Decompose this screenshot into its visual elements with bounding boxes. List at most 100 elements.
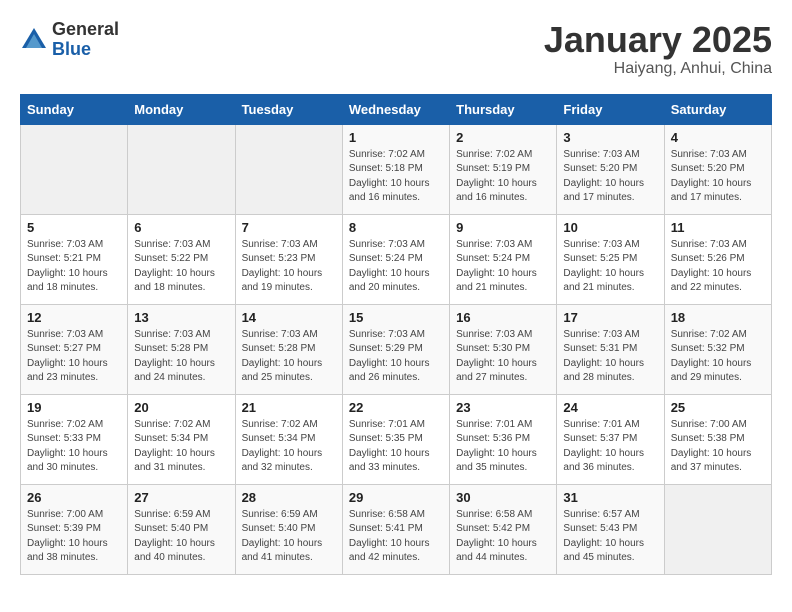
calendar-header-row: SundayMondayTuesdayWednesdayThursdayFrid…: [21, 94, 772, 124]
day-info: Sunrise: 7:03 AM Sunset: 5:31 PM Dayligh…: [563, 328, 657, 386]
header-monday: Monday: [128, 94, 235, 124]
day-cell: 26 Sunrise: 7:00 AM Sunset: 5:39 PM Dayli…: [21, 484, 128, 574]
day-number: 26: [27, 490, 121, 505]
day-number: 23: [456, 400, 550, 415]
day-info: Sunrise: 7:02 AM Sunset: 5:34 PM Dayligh…: [242, 418, 336, 476]
day-cell: 28 Sunrise: 6:59 AM Sunset: 5:40 PM Dayli…: [235, 484, 342, 574]
day-number: 24: [563, 400, 657, 415]
day-number: 31: [563, 490, 657, 505]
day-info: Sunrise: 7:03 AM Sunset: 5:20 PM Dayligh…: [563, 148, 657, 206]
day-cell: 17 Sunrise: 7:03 AM Sunset: 5:31 PM Dayli…: [557, 304, 664, 394]
day-info: Sunrise: 7:03 AM Sunset: 5:27 PM Dayligh…: [27, 328, 121, 386]
logo-text: General Blue: [52, 20, 119, 60]
day-info: Sunrise: 7:03 AM Sunset: 5:24 PM Dayligh…: [349, 238, 443, 296]
header-saturday: Saturday: [664, 94, 771, 124]
calendar-subtitle: Haiyang, Anhui, China: [544, 60, 772, 78]
day-cell: 25Sunrise: 7:00 AM Sunset: 5:38 PM Dayli…: [664, 394, 771, 484]
day-number: 12: [27, 310, 121, 325]
day-cell: 4 Sunrise: 7:03 AM Sunset: 5:20 PM Daylig…: [664, 124, 771, 214]
day-cell: 27 Sunrise: 6:59 AM Sunset: 5:40 PM Dayli…: [128, 484, 235, 574]
day-number: 7: [242, 220, 336, 235]
calendar-title: January 2025: [544, 20, 772, 60]
day-info: Sunrise: 7:01 AM Sunset: 5:35 PM Dayligh…: [349, 418, 443, 476]
day-info: Sunrise: 7:03 AM Sunset: 5:23 PM Dayligh…: [242, 238, 336, 296]
day-cell: 15 Sunrise: 7:03 AM Sunset: 5:29 PM Dayli…: [342, 304, 449, 394]
day-cell: 21Sunrise: 7:02 AM Sunset: 5:34 PM Dayli…: [235, 394, 342, 484]
day-info: Sunrise: 6:58 AM Sunset: 5:41 PM Dayligh…: [349, 508, 443, 566]
logo-icon: [20, 26, 48, 54]
day-info: Sunrise: 7:03 AM Sunset: 5:20 PM Dayligh…: [671, 148, 765, 206]
day-cell: 7 Sunrise: 7:03 AM Sunset: 5:23 PM Daylig…: [235, 214, 342, 304]
header-friday: Friday: [557, 94, 664, 124]
day-cell: 30 Sunrise: 6:58 AM Sunset: 5:42 PM Dayli…: [450, 484, 557, 574]
day-number: 4: [671, 130, 765, 145]
day-cell: 8 Sunrise: 7:03 AM Sunset: 5:24 PM Daylig…: [342, 214, 449, 304]
day-number: 15: [349, 310, 443, 325]
day-info: Sunrise: 7:02 AM Sunset: 5:18 PM Dayligh…: [349, 148, 443, 206]
header-sunday: Sunday: [21, 94, 128, 124]
day-cell: [21, 124, 128, 214]
title-block: January 2025 Haiyang, Anhui, China: [544, 20, 772, 78]
day-cell: 5Sunrise: 7:03 AM Sunset: 5:21 PM Daylig…: [21, 214, 128, 304]
week-row-3: 12 Sunrise: 7:03 AM Sunset: 5:27 PM Dayli…: [21, 304, 772, 394]
day-info: Sunrise: 7:03 AM Sunset: 5:28 PM Dayligh…: [242, 328, 336, 386]
day-number: 19: [27, 400, 121, 415]
logo: General Blue: [20, 20, 119, 60]
day-cell: 2 Sunrise: 7:02 AM Sunset: 5:19 PM Daylig…: [450, 124, 557, 214]
day-info: Sunrise: 7:01 AM Sunset: 5:36 PM Dayligh…: [456, 418, 550, 476]
header-tuesday: Tuesday: [235, 94, 342, 124]
day-number: 14: [242, 310, 336, 325]
day-info: Sunrise: 7:02 AM Sunset: 5:19 PM Dayligh…: [456, 148, 550, 206]
day-cell: 31Sunrise: 6:57 AM Sunset: 5:43 PM Dayli…: [557, 484, 664, 574]
day-info: Sunrise: 6:59 AM Sunset: 5:40 PM Dayligh…: [242, 508, 336, 566]
day-number: 28: [242, 490, 336, 505]
day-number: 17: [563, 310, 657, 325]
logo-general: General: [52, 20, 119, 40]
day-info: Sunrise: 7:01 AM Sunset: 5:37 PM Dayligh…: [563, 418, 657, 476]
day-number: 16: [456, 310, 550, 325]
day-info: Sunrise: 7:03 AM Sunset: 5:28 PM Dayligh…: [134, 328, 228, 386]
day-number: 25: [671, 400, 765, 415]
day-number: 6: [134, 220, 228, 235]
day-info: Sunrise: 7:03 AM Sunset: 5:22 PM Dayligh…: [134, 238, 228, 296]
day-number: 30: [456, 490, 550, 505]
day-cell: 16Sunrise: 7:03 AM Sunset: 5:30 PM Dayli…: [450, 304, 557, 394]
day-cell: 18Sunrise: 7:02 AM Sunset: 5:32 PM Dayli…: [664, 304, 771, 394]
day-number: 20: [134, 400, 228, 415]
day-cell: 29Sunrise: 6:58 AM Sunset: 5:41 PM Dayli…: [342, 484, 449, 574]
day-number: 13: [134, 310, 228, 325]
day-info: Sunrise: 7:03 AM Sunset: 5:25 PM Dayligh…: [563, 238, 657, 296]
day-cell: [235, 124, 342, 214]
day-info: Sunrise: 7:03 AM Sunset: 5:24 PM Dayligh…: [456, 238, 550, 296]
day-cell: 10 Sunrise: 7:03 AM Sunset: 5:25 PM Dayli…: [557, 214, 664, 304]
week-row-4: 19 Sunrise: 7:02 AM Sunset: 5:33 PM Dayli…: [21, 394, 772, 484]
day-number: 5: [27, 220, 121, 235]
day-cell: 19 Sunrise: 7:02 AM Sunset: 5:33 PM Dayli…: [21, 394, 128, 484]
day-cell: 9Sunrise: 7:03 AM Sunset: 5:24 PM Daylig…: [450, 214, 557, 304]
day-cell: 13 Sunrise: 7:03 AM Sunset: 5:28 PM Dayli…: [128, 304, 235, 394]
week-row-2: 5Sunrise: 7:03 AM Sunset: 5:21 PM Daylig…: [21, 214, 772, 304]
day-cell: 3 Sunrise: 7:03 AM Sunset: 5:20 PM Daylig…: [557, 124, 664, 214]
day-info: Sunrise: 7:02 AM Sunset: 5:32 PM Dayligh…: [671, 328, 765, 386]
day-info: Sunrise: 7:03 AM Sunset: 5:26 PM Dayligh…: [671, 238, 765, 296]
day-info: Sunrise: 6:59 AM Sunset: 5:40 PM Dayligh…: [134, 508, 228, 566]
day-number: 27: [134, 490, 228, 505]
day-number: 8: [349, 220, 443, 235]
day-info: Sunrise: 7:00 AM Sunset: 5:39 PM Dayligh…: [27, 508, 121, 566]
day-cell: 20 Sunrise: 7:02 AM Sunset: 5:34 PM Dayli…: [128, 394, 235, 484]
day-cell: 14 Sunrise: 7:03 AM Sunset: 5:28 PM Dayli…: [235, 304, 342, 394]
day-number: 3: [563, 130, 657, 145]
calendar-table: SundayMondayTuesdayWednesdayThursdayFrid…: [20, 94, 772, 575]
day-cell: 22 Sunrise: 7:01 AM Sunset: 5:35 PM Dayli…: [342, 394, 449, 484]
day-number: 22: [349, 400, 443, 415]
day-cell: [128, 124, 235, 214]
day-info: Sunrise: 7:02 AM Sunset: 5:34 PM Dayligh…: [134, 418, 228, 476]
day-info: Sunrise: 7:03 AM Sunset: 5:29 PM Dayligh…: [349, 328, 443, 386]
day-cell: 11 Sunrise: 7:03 AM Sunset: 5:26 PM Dayli…: [664, 214, 771, 304]
day-number: 10: [563, 220, 657, 235]
day-number: 11: [671, 220, 765, 235]
day-info: Sunrise: 7:02 AM Sunset: 5:33 PM Dayligh…: [27, 418, 121, 476]
day-number: 2: [456, 130, 550, 145]
logo-blue: Blue: [52, 40, 119, 60]
day-info: Sunrise: 6:58 AM Sunset: 5:42 PM Dayligh…: [456, 508, 550, 566]
